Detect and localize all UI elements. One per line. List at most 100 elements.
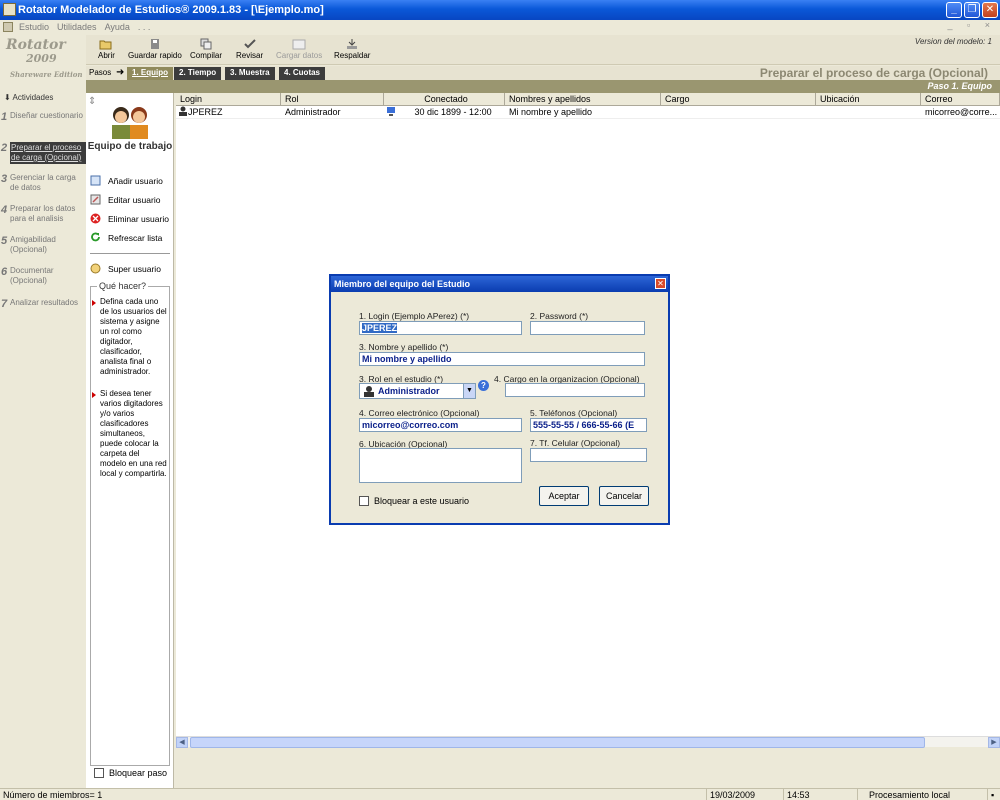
role-select[interactable]: Administrador ▼ [359, 383, 476, 399]
horizontal-scrollbar[interactable]: ◀ ▶ [176, 736, 1000, 748]
cell-rol: Administrador [285, 107, 341, 117]
review-button[interactable]: Revisar [236, 38, 263, 64]
panel-title: Equipo de trabajo [87, 141, 173, 152]
refresh-list-action[interactable]: Refrescar lista [90, 232, 162, 243]
maximize-button[interactable]: ❐ [964, 2, 980, 18]
logo: Rotator 2009 Shareware Edition [0, 35, 86, 83]
app-icon[interactable] [3, 3, 16, 16]
activities-nav: ⬇ Actividades 1 Diseñar cuestionario 2 P… [0, 83, 86, 788]
menu-utilidades[interactable]: Utilidades [53, 22, 101, 32]
scroll-left-icon[interactable]: ◀ [176, 737, 188, 748]
close-icon[interactable]: ✕ [655, 278, 666, 289]
delete-user-action[interactable]: Eliminar usuario [90, 213, 169, 224]
checkbox-icon[interactable] [94, 768, 104, 778]
help-text-1: Defina cada uno de los usuarios del sist… [100, 297, 167, 376]
col-correo[interactable]: Correo [921, 93, 1000, 106]
bullet-icon [92, 300, 96, 306]
mobile-label: 7. Tf. Celular (Opcional) [530, 438, 621, 448]
col-ubicacion[interactable]: Ubicación [816, 93, 921, 106]
open-button[interactable]: Abrir [98, 38, 115, 64]
email-label: 4. Correo electrónico (Opcional) [359, 408, 480, 418]
cancel-button[interactable]: Cancelar [599, 486, 649, 506]
super-user-action[interactable]: Super usuario [90, 263, 161, 274]
location-field[interactable] [359, 448, 522, 483]
cargo-field[interactable] [505, 383, 645, 397]
add-user-action[interactable]: Añadir usuario [90, 175, 163, 186]
lock-step-checkbox[interactable]: Bloquear paso [94, 768, 167, 778]
activities-header[interactable]: ⬇ Actividades [4, 93, 53, 102]
computer-icon [387, 107, 395, 116]
table-row[interactable]: JPEREZ Administrador 30 dic 1899 - 12:00… [176, 106, 1000, 119]
grid-header: Login Rol Conectado Nombres y apellidos … [176, 93, 1000, 106]
lock-user-checkbox[interactable]: Bloquear a este usuario [359, 496, 469, 506]
scroll-right-icon[interactable]: ▶ [988, 737, 1000, 748]
help-icon[interactable]: ? [478, 380, 489, 391]
toolbar: Abrir Guardar rapido Compilar Revisar Ca… [86, 35, 1000, 65]
model-version: Version del modelo: 1 [914, 37, 992, 46]
step-header: Paso 1. Equipo [86, 80, 1000, 93]
help-title: Qué hacer? [97, 281, 149, 291]
edit-user-icon [90, 194, 101, 205]
super-user-icon [90, 263, 101, 274]
menu-ayuda[interactable]: Ayuda [101, 22, 134, 32]
admin-user-icon [179, 106, 187, 116]
load-data-icon [292, 39, 306, 50]
status-bar: Número de miembros= 1 19/03/2009 14:53 P… [0, 788, 1000, 800]
backup-icon [347, 39, 358, 49]
refresh-icon [91, 232, 100, 242]
col-nombre[interactable]: Nombres y apellidos [505, 93, 661, 106]
window-title: Rotator Modelador de Estudios® 2009.1.83… [18, 4, 324, 16]
arrow-right-icon: ➜ [116, 67, 125, 78]
help-text-2: Si desea tener varios digitadores y/o va… [100, 389, 167, 478]
backup-button[interactable]: Respaldar [334, 38, 370, 64]
cell-login: JPEREZ [178, 106, 278, 119]
quick-save-button[interactable]: Guardar rapido [128, 38, 182, 64]
add-user-icon [90, 175, 101, 186]
tab-equipo[interactable]: 1. Equipo [127, 67, 173, 80]
folder-open-icon [99, 40, 112, 50]
cell-correo: micorreo@corre... [925, 107, 998, 117]
save-icon [150, 39, 159, 49]
compile-icon [200, 38, 212, 50]
login-label: 1. Login (Ejemplo APerez) (*) [359, 311, 470, 321]
document-icon[interactable] [3, 22, 13, 32]
mobile-field[interactable] [530, 448, 647, 462]
chevron-down-icon[interactable]: ▼ [463, 384, 475, 398]
accept-button[interactable]: Aceptar [539, 486, 589, 506]
menu-estudio[interactable]: Estudio [15, 22, 53, 32]
edit-user-action[interactable]: Editar usuario [90, 194, 160, 205]
member-dialog: Miembro del equipo del Estudio ✕ 1. Logi… [329, 274, 670, 525]
team-avatar-icon [112, 107, 148, 139]
status-mode: Procesamiento local [857, 789, 987, 800]
col-cargo[interactable]: Cargo [661, 93, 816, 106]
admin-user-icon [364, 386, 374, 397]
logo-name: Rotator [6, 37, 66, 53]
load-data-button[interactable]: Cargar datos [276, 38, 322, 64]
menu-bar: Estudio Utilidades Ayuda . . . _ ▫ × [0, 20, 1000, 34]
mdi-controls[interactable]: _ ▫ × [948, 20, 996, 30]
tab-muestra[interactable]: 3. Muestra [225, 67, 275, 80]
col-conectado[interactable]: Conectado [384, 93, 505, 106]
password-field[interactable] [530, 321, 645, 335]
email-field[interactable]: micorreo@correo.com [359, 418, 522, 432]
network-icon: ▪ [987, 789, 1000, 800]
minimize-button[interactable]: _ [946, 2, 962, 18]
collapse-icon[interactable]: ⇕ [88, 96, 96, 107]
delete-user-icon [90, 213, 101, 224]
name-field[interactable]: Mi nombre y apellido [359, 352, 645, 366]
compile-button[interactable]: Compilar [190, 38, 222, 64]
checkbox-icon[interactable] [359, 496, 369, 506]
login-field[interactable]: JPEREZ [359, 321, 522, 335]
cell-ubicacion [820, 106, 920, 119]
password-label: 2. Password (*) [530, 311, 589, 321]
phone-field[interactable]: 555-55-55 / 666-55-66 (E [530, 418, 647, 432]
tab-cuotas[interactable]: 4. Cuotas [279, 67, 326, 80]
logo-year: 2009 [26, 52, 57, 65]
col-login[interactable]: Login [176, 93, 281, 106]
bullet-icon [92, 392, 96, 398]
status-time: 14:53 [783, 789, 857, 800]
col-rol[interactable]: Rol [281, 93, 384, 106]
tab-tiempo[interactable]: 2. Tiempo [174, 67, 222, 80]
close-button[interactable]: ✕ [982, 2, 998, 18]
scroll-thumb[interactable] [190, 737, 925, 748]
